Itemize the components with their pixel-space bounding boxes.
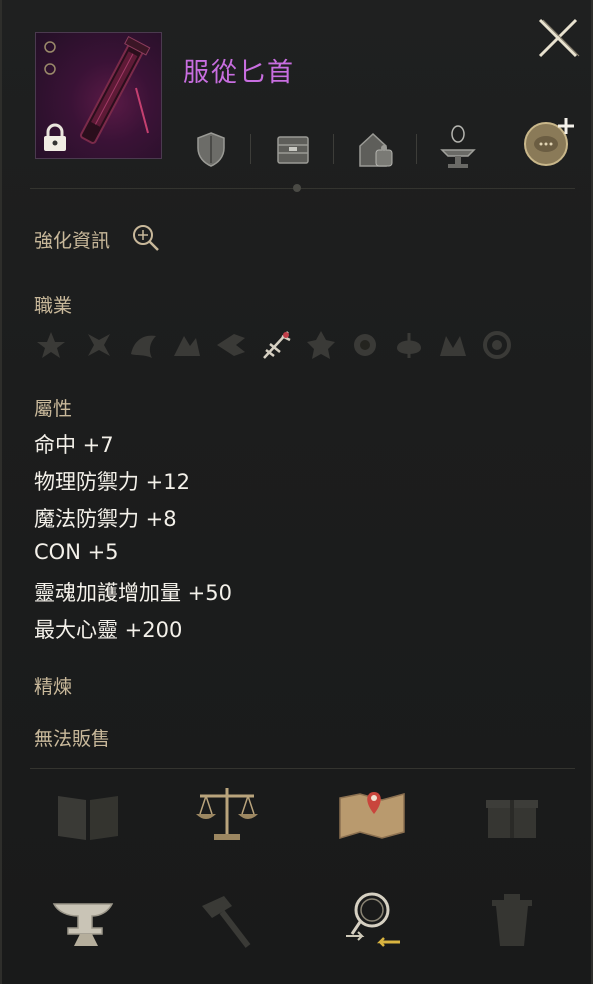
anvil-tab-button[interactable] xyxy=(438,124,478,174)
house-tab-button[interactable] xyxy=(356,128,396,174)
class-icon-4 xyxy=(170,328,204,366)
class-icon-6 xyxy=(260,328,294,366)
hammer-icon xyxy=(202,896,251,948)
gift-box-icon xyxy=(486,800,538,838)
close-icon xyxy=(538,18,580,58)
class-icon-5 xyxy=(214,328,248,366)
anvil-icon xyxy=(52,903,114,946)
class-icon-1 xyxy=(34,328,68,366)
item-tooltip-panel: 服從匕首 強化資訊 職業 屬性 命中 +7 物理防禦力 +12 魔法防禦力 +8… xyxy=(0,0,593,984)
scales-button[interactable] xyxy=(192,782,262,848)
attributes-label: 屬性 xyxy=(34,398,73,420)
map-button[interactable] xyxy=(336,786,408,846)
tab-separator xyxy=(250,134,251,164)
tab-separator xyxy=(416,134,417,164)
enhance-info-button[interactable] xyxy=(130,222,162,258)
enhance-info-label: 強化資訊 xyxy=(34,230,111,252)
class-icon-8 xyxy=(348,328,382,366)
chest-tab-button[interactable] xyxy=(275,132,311,170)
attribute-line: CON +5 xyxy=(34,540,119,564)
item-thumbnail[interactable] xyxy=(35,32,162,159)
divider-dot xyxy=(293,184,301,192)
hammer-button[interactable] xyxy=(198,892,258,956)
header-divider xyxy=(30,188,575,189)
class-icon-10 xyxy=(436,328,470,366)
attribute-line: 物理防禦力 +12 xyxy=(34,470,190,494)
shield-tab-button[interactable] xyxy=(194,130,228,172)
sell-status-label: 無法販售 xyxy=(34,728,111,750)
close-button[interactable] xyxy=(534,14,582,62)
attribute-line: 命中 +7 xyxy=(34,433,114,457)
shield-icon xyxy=(197,132,225,167)
ring-exchange-icon xyxy=(346,892,400,947)
chest-button[interactable] xyxy=(482,790,542,846)
scales-icon xyxy=(196,788,258,840)
map-icon xyxy=(339,792,405,840)
actions-divider xyxy=(30,768,575,769)
class-label: 職業 xyxy=(34,295,73,317)
anvil-button[interactable] xyxy=(50,894,122,954)
tab-separator xyxy=(333,134,334,164)
class-icon-11 xyxy=(480,328,514,366)
attribute-line: 靈魂加護增加量 +50 xyxy=(34,581,232,605)
class-icon-3 xyxy=(126,328,160,366)
attribute-line: 最大心靈 +200 xyxy=(34,618,183,642)
class-icon-2 xyxy=(82,328,116,366)
altar-icon xyxy=(440,125,476,168)
trash-icon xyxy=(492,894,532,946)
house-icon xyxy=(359,132,393,167)
book-button[interactable] xyxy=(54,788,122,848)
trash-button[interactable] xyxy=(488,892,536,954)
item-name: 服從匕首 xyxy=(183,58,296,88)
exchange-button[interactable] xyxy=(340,888,406,954)
add-chat-button[interactable] xyxy=(522,116,580,172)
chat-add-icon xyxy=(524,118,574,166)
refine-label: 精煉 xyxy=(34,676,73,698)
attribute-line: 魔法防禦力 +8 xyxy=(34,507,177,531)
magnifier-icon xyxy=(133,225,159,251)
lock-icon xyxy=(40,123,70,157)
class-icon-9 xyxy=(392,328,426,366)
chest-icon xyxy=(277,136,309,164)
book-icon xyxy=(58,796,118,840)
class-icon-7 xyxy=(304,328,338,366)
